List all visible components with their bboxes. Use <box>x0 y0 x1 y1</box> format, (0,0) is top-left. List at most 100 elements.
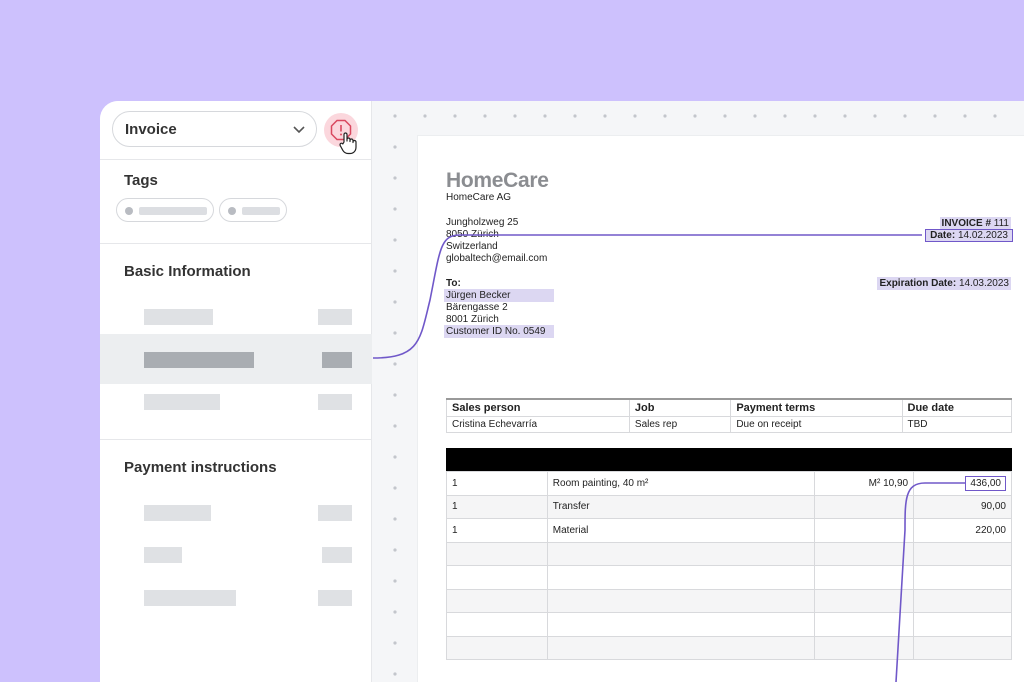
item-unit-price <box>814 494 915 519</box>
field-value-placeholder[interactable] <box>318 394 352 410</box>
column-header: Due date <box>901 398 1013 417</box>
grid-dot <box>813 114 817 118</box>
tag-chip[interactable] <box>219 198 287 222</box>
sender-country: Switzerland <box>446 241 498 252</box>
grid-dot <box>543 114 547 118</box>
invoice-date[interactable]: Date: 14.02.2023 <box>925 229 1013 242</box>
sender-city: 8050 Zürich <box>446 229 499 240</box>
expiration-date[interactable]: Expiration Date: 14.03.2023 <box>877 277 1011 290</box>
field-value-placeholder[interactable] <box>318 309 352 325</box>
grid-dot <box>393 486 397 490</box>
item-description: Material <box>546 518 816 543</box>
field-label-placeholder <box>144 394 220 410</box>
grid-dot <box>933 114 937 118</box>
table-cell <box>446 588 548 613</box>
grid-dot <box>393 672 397 676</box>
table-row <box>446 635 1012 660</box>
grid-dot <box>393 269 397 273</box>
grid-dot <box>663 114 667 118</box>
table-row: 1 Transfer 90,00 <box>446 494 1012 519</box>
company-logo: HomeCare <box>446 169 549 192</box>
sender-street: Jungholzweg 25 <box>446 217 519 228</box>
table-row <box>446 565 1012 590</box>
table-header-row: Sales person Job Payment terms Due date <box>446 398 1013 417</box>
table-cell <box>814 565 915 590</box>
tag-chip[interactable] <box>116 198 214 222</box>
item-amount: 436,00 <box>965 475 1006 491</box>
invoice-number-value: 111 <box>993 218 1009 229</box>
grid-dot <box>633 114 637 118</box>
field-value-placeholder[interactable] <box>318 590 352 606</box>
item-unit-price <box>814 518 915 543</box>
table-cell <box>546 588 816 613</box>
grid-dot <box>753 114 757 118</box>
basic-info-title: Basic Information <box>124 263 251 280</box>
divider <box>100 159 372 160</box>
field-value-placeholder[interactable] <box>318 505 352 521</box>
column-header: Payment terms <box>730 398 903 417</box>
table-cell <box>546 541 816 566</box>
table-cell <box>446 635 548 660</box>
payment-instructions-title: Payment instructions <box>124 459 277 476</box>
grid-dot <box>963 114 967 118</box>
table-cell <box>814 541 915 566</box>
grid-dot <box>513 114 517 118</box>
table-cell <box>913 565 1012 590</box>
tags-title: Tags <box>124 172 158 189</box>
table-row <box>446 612 1012 637</box>
recipient-name[interactable]: Jürgen Becker <box>444 289 554 302</box>
field-label-placeholder <box>144 309 213 325</box>
item-amount-cell[interactable]: 436,00 <box>913 471 1012 496</box>
expiration-label: Expiration Date: <box>879 278 957 289</box>
date-value: 14.02.2023 <box>957 230 1008 241</box>
item-qty: 1 <box>446 518 548 543</box>
table-cell <box>814 635 915 660</box>
invoice-document: HomeCare HomeCare AG Jungholzweg 25 8050… <box>418 136 1024 682</box>
table-cell <box>446 565 548 590</box>
field-label-placeholder <box>144 547 182 563</box>
recipient-city: 8001 Zürich <box>446 314 499 325</box>
table-row <box>446 541 1012 566</box>
line-items-table: 1 Room painting, 40 m² M² 10,90 436,00 1… <box>446 471 1012 660</box>
item-description: Room painting, 40 m² <box>546 471 816 496</box>
customer-id[interactable]: Customer ID No. 0549 <box>444 325 554 338</box>
table-cell <box>546 565 816 590</box>
item-qty: 1 <box>446 471 548 496</box>
table-cell <box>913 588 1012 613</box>
table-cell: TBD <box>901 416 1013 433</box>
grid-dot <box>783 114 787 118</box>
table-cell <box>546 612 816 637</box>
tag-dot <box>125 207 133 215</box>
grid-dot <box>393 548 397 552</box>
grid-dot <box>723 114 727 118</box>
item-amount: 90,00 <box>913 494 1012 519</box>
item-qty: 1 <box>446 494 548 519</box>
document-type-select[interactable]: Invoice <box>112 111 317 147</box>
grid-dot <box>603 114 607 118</box>
tag-placeholder <box>139 207 207 215</box>
table-cell: Sales rep <box>628 416 732 433</box>
items-table-header <box>446 448 1012 471</box>
table-row: 1 Material 220,00 <box>446 518 1012 543</box>
to-label: To: <box>446 278 461 289</box>
item-amount: 220,00 <box>913 518 1012 543</box>
grid-dot <box>843 114 847 118</box>
table-cell <box>913 541 1012 566</box>
grid-dot <box>393 176 397 180</box>
table-cell <box>546 635 816 660</box>
grid-dot <box>393 610 397 614</box>
hand-cursor-icon <box>339 132 357 155</box>
invoice-info-table: Sales person Job Payment terms Due date … <box>446 398 1013 433</box>
expiration-value: 14.03.2023 <box>958 278 1009 289</box>
date-label: Date: <box>930 230 956 241</box>
divider <box>100 243 372 244</box>
grid-dot <box>393 207 397 211</box>
table-cell <box>814 612 915 637</box>
field-value-placeholder[interactable] <box>322 547 352 563</box>
grid-dot <box>393 362 397 366</box>
table-row: 1 Room painting, 40 m² M² 10,90 436,00 <box>446 471 1012 496</box>
grid-dot <box>393 393 397 397</box>
grid-dot <box>393 517 397 521</box>
field-value-placeholder[interactable] <box>322 352 352 368</box>
chevron-down-icon <box>293 126 305 134</box>
